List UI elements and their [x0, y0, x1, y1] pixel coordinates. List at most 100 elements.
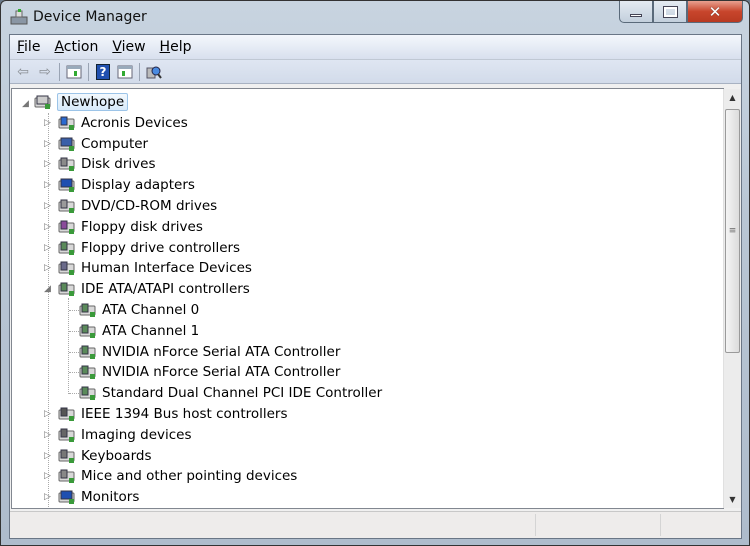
expand-icon[interactable]: ▷	[44, 471, 54, 481]
tree-item[interactable]: Mice and other pointing devices	[58, 466, 297, 486]
show-action-pane-icon	[117, 65, 133, 78]
expand-icon[interactable]: ▷	[44, 118, 54, 128]
tree-item-label: ATA Channel 0	[102, 302, 200, 318]
vertical-scrollbar[interactable]: ▲ ≡ ▼	[723, 89, 741, 508]
monitor-icon	[58, 489, 76, 505]
tree-item-label: Monitors	[81, 489, 140, 506]
arrow-up-icon: ▲	[729, 93, 736, 102]
tree-item-label: NVIDIA nForce Serial ATA Controller	[102, 343, 341, 360]
tree-item-label: IEEE 1394 Bus host controllers	[81, 406, 288, 422]
collapse-icon[interactable]: ◢	[22, 99, 32, 109]
arrow-down-icon: ▼	[729, 495, 736, 504]
menu-help[interactable]: Help	[153, 39, 199, 55]
expand-icon[interactable]: ▷	[44, 430, 54, 440]
status-bar	[10, 511, 741, 538]
scan-hardware-button[interactable]	[143, 62, 165, 82]
partial-tree-item-icon	[61, 508, 75, 509]
tree-item-label: Acronis Devices	[81, 114, 188, 131]
hid-icon	[58, 260, 76, 276]
show-action-pane-button[interactable]	[114, 62, 136, 82]
tree-child-item[interactable]: ATA Channel 1	[79, 321, 199, 341]
ide-controller-icon	[79, 344, 97, 360]
tree-item[interactable]: Monitors	[58, 487, 139, 507]
tree-item-label: Imaging devices	[81, 426, 192, 443]
maximize-button[interactable]	[653, 1, 687, 23]
tree-item[interactable]: Keyboards	[58, 446, 152, 466]
expand-icon[interactable]: ▷	[44, 492, 54, 502]
forward-arrow-icon: ⇨	[39, 63, 51, 80]
tree-item-label: Computer	[81, 135, 149, 152]
tree-item[interactable]: Computer	[58, 134, 148, 154]
expand-icon[interactable]: ▷	[44, 222, 54, 232]
tree-item-label: Human Interface Devices	[81, 260, 252, 277]
close-icon: ✕	[708, 2, 722, 21]
tree-item[interactable]: Disk drives	[58, 154, 156, 174]
ide-controller-icon	[79, 302, 97, 318]
tree-item[interactable]: Display adapters	[58, 175, 195, 195]
tree-child-item[interactable]: Standard Dual Channel PCI IDE Controller	[79, 383, 382, 403]
tree-item[interactable]: Floppy drive controllers	[58, 238, 240, 258]
floppy-disk-icon	[58, 219, 76, 235]
tree-item[interactable]: Acronis Devices	[58, 113, 188, 133]
help-icon: ?	[95, 63, 111, 80]
tree-child-item[interactable]: ATA Channel 0	[79, 300, 199, 320]
scroll-thumb[interactable]: ≡	[725, 109, 740, 353]
tree-item-label: Floppy disk drives	[81, 218, 203, 235]
scan-hardware-icon	[146, 66, 162, 79]
expand-icon[interactable]: ▷	[44, 451, 54, 461]
device-tree: Newhope ◢ ▷ Acronis Devices ▷ Computer ▷ Disk d…	[11, 88, 724, 509]
collapse-icon[interactable]: ◢	[44, 284, 54, 294]
camera-icon	[58, 427, 76, 443]
scroll-up-button[interactable]: ▲	[724, 89, 741, 106]
expand-icon[interactable]: ▷	[44, 263, 54, 273]
maximize-icon	[662, 5, 678, 18]
grip-icon: ≡	[728, 226, 737, 236]
computer-icon	[58, 136, 76, 152]
tree-item-label: NVIDIA nForce Serial ATA Controller	[102, 364, 341, 381]
close-button[interactable]: ✕	[687, 1, 743, 23]
expand-icon[interactable]: ▷	[44, 180, 54, 190]
expand-icon[interactable]: ▷	[44, 159, 54, 169]
tree-root-newhope[interactable]: Newhope	[34, 92, 129, 112]
forward-button[interactable]: ⇨	[34, 62, 56, 82]
tree-item-label: ATA Channel 1	[102, 322, 200, 339]
show-hide-console-tree-button[interactable]	[63, 62, 85, 82]
expand-icon[interactable]: ▷	[44, 139, 54, 149]
expand-icon[interactable]: ▷	[44, 201, 54, 211]
ide-controller-icon	[79, 323, 97, 339]
scroll-down-button[interactable]: ▼	[724, 491, 741, 508]
tree-item[interactable]: IEEE 1394 Bus host controllers	[58, 404, 288, 424]
tree-item[interactable]: DVD/CD-ROM drives	[58, 196, 217, 216]
tree-item[interactable]: Human Interface Devices	[58, 258, 252, 278]
firewire-icon	[58, 406, 76, 422]
menu-action[interactable]: Action	[47, 39, 105, 55]
help-button[interactable]: ?	[92, 62, 114, 82]
expand-icon[interactable]: ▷	[44, 409, 54, 419]
tree-child-item[interactable]: NVIDIA nForce Serial ATA Controller	[79, 362, 340, 382]
tree-item[interactable]: Floppy disk drives	[58, 217, 203, 237]
back-arrow-icon: ⇦	[17, 63, 29, 80]
client-area: File Action View Help ⇦ ⇨ ? Newhope ◢ ▷ Acr…	[9, 34, 742, 539]
device-manager-app-icon	[10, 9, 28, 25]
keyboard-icon	[58, 448, 76, 464]
status-pane	[535, 514, 536, 536]
display-adapter-icon	[58, 177, 76, 193]
tree-item[interactable]: IDE ATA/ATAPI controllers	[58, 279, 250, 299]
toolbar: ⇦ ⇨ ?	[10, 60, 741, 84]
back-button[interactable]: ⇦	[12, 62, 34, 82]
minimize-icon	[630, 14, 642, 17]
menu-file[interactable]: File	[10, 39, 47, 55]
tree-item[interactable]: Imaging devices	[58, 425, 192, 445]
menu-view[interactable]: View	[105, 39, 152, 55]
show-hide-console-tree-icon	[66, 65, 82, 78]
device-manager-window: Device Manager ✕ File Action View Help ⇦…	[0, 0, 750, 546]
expand-icon[interactable]: ▷	[44, 243, 54, 253]
tree-item-label: Mice and other pointing devices	[81, 468, 298, 485]
minimize-button[interactable]	[619, 1, 653, 23]
window-title: Device Manager	[33, 9, 147, 25]
tree-child-item[interactable]: NVIDIA nForce Serial ATA Controller	[79, 342, 340, 362]
ide-controller-icon	[79, 364, 97, 380]
computer-root-icon	[34, 94, 52, 110]
dvd-drive-icon	[58, 198, 76, 214]
tree-item-label: IDE ATA/ATAPI controllers	[81, 281, 250, 298]
